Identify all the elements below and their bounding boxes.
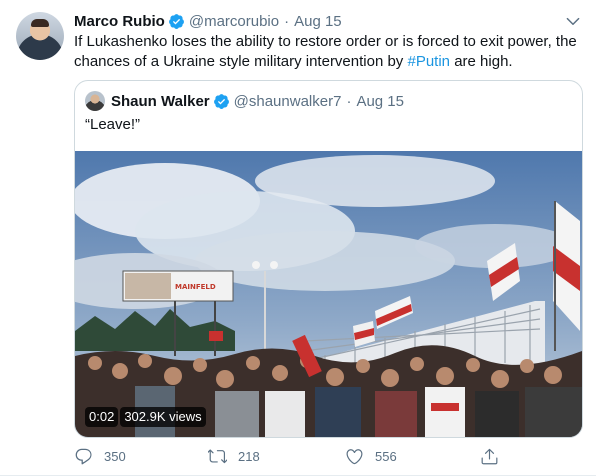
reply-icon xyxy=(75,448,92,464)
like-count: 556 xyxy=(375,448,397,464)
video-badge: 0:02 302.9K views xyxy=(85,407,206,427)
billboard-text: MAINFELD xyxy=(175,283,216,291)
author-handle[interactable]: @marcorubio xyxy=(189,13,279,30)
quoted-tweet-text: “Leave!” xyxy=(85,116,141,133)
retweet-button[interactable]: 218 xyxy=(208,447,260,466)
header-separator: · xyxy=(284,12,290,30)
hashtag-link[interactable]: #Putin xyxy=(407,53,450,70)
quoted-author-handle: @shaunwalker7 xyxy=(233,92,342,110)
reply-button[interactable]: 350 xyxy=(74,447,126,466)
author-avatar[interactable] xyxy=(16,12,64,60)
share-button[interactable] xyxy=(480,447,499,466)
quoted-header-separator: · xyxy=(346,92,352,110)
tweet-header: Marco Rubio @marcorubio · Aug 15 xyxy=(74,11,342,31)
share-icon xyxy=(481,448,498,464)
tweet-actions: 350 218 556 xyxy=(74,444,514,468)
video-views: 302.9K views xyxy=(120,407,206,427)
tweet-date[interactable]: Aug 15 xyxy=(294,13,342,30)
tweet-text: If Lukashenko loses the ability to resto… xyxy=(74,32,584,72)
tweet[interactable]: Marco Rubio @marcorubio · Aug 15 If Luka… xyxy=(0,0,596,476)
video-time: 0:02 xyxy=(85,407,119,427)
like-button[interactable]: 556 xyxy=(345,447,397,466)
chevron-down-icon[interactable] xyxy=(564,12,582,30)
verified-badge-icon xyxy=(213,93,229,109)
reply-count: 350 xyxy=(104,448,126,464)
retweet-icon xyxy=(208,448,227,463)
quoted-author-name: Shaun Walker xyxy=(111,92,210,110)
quoted-tweet-header: Shaun Walker @shaunwalker7 · Aug 15 xyxy=(85,91,404,111)
tweet-text-end: are high. xyxy=(450,53,513,70)
author-name[interactable]: Marco Rubio xyxy=(74,13,165,30)
video-player[interactable]: MAINFELD 0:02 302.9K views xyxy=(75,151,582,437)
verified-badge-icon xyxy=(168,13,184,29)
video-frame: MAINFELD xyxy=(75,151,582,437)
quoted-tweet-date: Aug 15 xyxy=(356,92,404,110)
like-icon xyxy=(346,448,363,464)
retweet-count: 218 xyxy=(238,448,260,464)
quoted-author-avatar xyxy=(85,91,105,111)
quoted-tweet[interactable]: Shaun Walker @shaunwalker7 · Aug 15 “Lea… xyxy=(74,80,583,438)
